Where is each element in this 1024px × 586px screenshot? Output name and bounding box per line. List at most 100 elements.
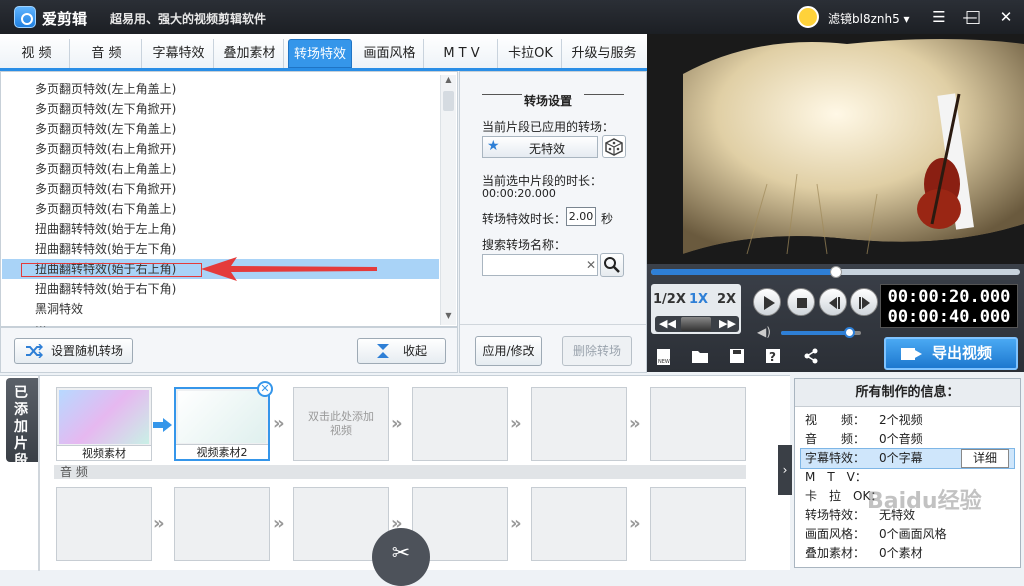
tab-subtitle[interactable]: 字幕特效 [144, 39, 214, 68]
list-item[interactable]: 多页翻页特效(右上角掀开) [35, 139, 176, 159]
speed-1x[interactable]: 1X [689, 292, 708, 307]
new-file-icon[interactable]: NEW [655, 348, 673, 366]
list-item[interactable]: 多页翻页特效(左上角盖上) [35, 79, 176, 99]
list-item[interactable]: 多页翻页特效(左下角盖上) [35, 119, 176, 139]
share-icon[interactable] [803, 348, 819, 364]
svg-text:?: ? [769, 350, 776, 364]
empty-clip-slot[interactable] [412, 387, 508, 461]
volume-icon[interactable]: ◀) [757, 325, 771, 339]
rewind-icon[interactable]: ◀◀ [659, 317, 676, 330]
video-preview [647, 34, 1024, 264]
annotation-box [21, 263, 202, 277]
username-dropdown[interactable]: 滤镜bl8znh5 ▾ [828, 10, 910, 27]
jog-thumb[interactable] [681, 317, 711, 331]
star-icon: ★ [487, 138, 500, 154]
search-icon[interactable] [600, 253, 624, 277]
close-button[interactable]: ✕ [996, 8, 1016, 26]
jog-wheel[interactable]: ◀◀ ▶▶ [655, 316, 739, 332]
expand-panel-icon[interactable]: › [778, 445, 792, 495]
scroll-up-icon[interactable]: ▲ [442, 75, 455, 89]
open-folder-icon[interactable] [691, 348, 709, 364]
clip-thumbnail-selected[interactable]: 视频素材2 [174, 387, 270, 461]
empty-audio-slot[interactable] [174, 487, 270, 561]
app-slogan: 超易用、强大的视频剪辑软件 [110, 12, 267, 26]
info-row: 视 频： 2个视频 [805, 413, 923, 427]
progress-bar[interactable] [651, 266, 1020, 278]
transition-list: 多页翻页特效(左上角盖上) 多页翻页特效(左下角掀开) 多页翻页特效(左下角盖上… [0, 71, 458, 327]
volume-thumb[interactable] [844, 327, 855, 338]
scissors-icon[interactable]: ✂ [372, 528, 430, 586]
scroll-down-icon[interactable]: ▼ [442, 311, 455, 325]
tab-transition[interactable]: 转场特效 [288, 39, 352, 68]
tab-video[interactable]: 视 频 [4, 39, 70, 68]
fast-forward-icon[interactable]: ▶▶ [719, 317, 736, 330]
clip-arrow-icon [153, 418, 172, 432]
empty-audio-slot[interactable] [650, 487, 746, 561]
export-video-button[interactable]: 导出视频 [884, 337, 1018, 370]
list-item[interactable]: 多页翻页特效(右上角盖上) [35, 159, 176, 179]
progress-thumb[interactable] [829, 266, 842, 278]
avatar[interactable] [797, 6, 819, 28]
tab-mtv[interactable]: M T V [426, 39, 498, 68]
tab-audio[interactable]: 音 频 [72, 39, 142, 68]
search-input[interactable]: ✕ [482, 254, 598, 276]
clear-icon[interactable]: ✕ [586, 258, 596, 272]
export-icon [901, 348, 922, 360]
save-icon[interactable] [729, 348, 745, 364]
speed-half[interactable]: 1/2X [653, 292, 686, 307]
menu-icon[interactable]: ☰ [929, 8, 949, 26]
help-icon[interactable]: ? [765, 348, 781, 364]
info-row: 画面风格： 0个画面风格 [805, 527, 947, 541]
svg-text:NEW: NEW [658, 359, 670, 365]
list-item[interactable]: 多页翻页特效(右下角掀开) [35, 179, 176, 199]
watermark: Baidu经验 [867, 489, 982, 514]
applied-transition-value: 无特效 [529, 142, 566, 156]
progress-fill [651, 269, 836, 275]
info-row: 音 频： 0个音频 [805, 432, 923, 446]
next-frame-button[interactable] [850, 288, 878, 316]
empty-clip-slot[interactable]: 双击此处添加视频 [293, 387, 389, 461]
list-item[interactable]: 扭曲翻转特效(始于左上角) [35, 219, 176, 239]
empty-clip-slot[interactable] [650, 387, 746, 461]
export-label: 导出视频 [932, 344, 993, 362]
speed-2x[interactable]: 2X [717, 292, 736, 307]
collapse-label: 收起 [403, 344, 428, 358]
delete-transition-button[interactable]: 删除转场 [562, 336, 632, 366]
stop-button[interactable] [787, 288, 815, 316]
scroll-thumb[interactable] [443, 91, 454, 111]
list-item[interactable]: 多页翻页特效(右下角盖上) [35, 199, 176, 219]
volume-slider[interactable] [781, 327, 861, 338]
play-button[interactable] [753, 288, 781, 316]
clip-thumbnail[interactable]: 视频素材 [56, 387, 152, 461]
list-item[interactable]: 黑洞特效 [35, 299, 83, 319]
preview-frame [683, 39, 1024, 264]
effect-duration-input[interactable]: 2.00 [566, 207, 596, 226]
empty-audio-slot[interactable] [531, 487, 627, 561]
maximize-button[interactable]: □ [963, 8, 983, 26]
list-item[interactable]: 扭曲翻转特效(始于左下角) [35, 239, 176, 259]
clip-image [59, 390, 149, 444]
tab-upgrade[interactable]: 升级与服务 [564, 39, 644, 68]
remove-clip-icon[interactable]: ✕ [257, 381, 273, 397]
collapse-button[interactable]: 收起 [357, 338, 446, 364]
apply-button[interactable]: 应用/修改 [475, 336, 542, 366]
list-item[interactable]: ... [35, 317, 46, 327]
tab-style[interactable]: 画面风格 [356, 39, 424, 68]
tab-karaoke[interactable]: 卡拉OK [500, 39, 562, 68]
list-item[interactable]: 多页翻页特效(左下角掀开) [35, 99, 176, 119]
random-transition-button[interactable]: 设置随机转场 [14, 338, 133, 364]
divider [38, 376, 40, 571]
tab-overlay[interactable]: 叠加素材 [216, 39, 284, 68]
added-clips-tab[interactable]: 已添加片段 [6, 378, 38, 469]
main-tab-bar: 视 频 音 频 字幕特效 叠加素材 转场特效 画面风格 M T V 卡拉OK 升… [0, 34, 647, 71]
detail-button[interactable]: 详细 [961, 449, 1009, 468]
list-scrollbar[interactable]: ▲ ▼ [440, 75, 456, 325]
prev-frame-button[interactable] [819, 288, 847, 316]
empty-audio-slot[interactable] [56, 487, 152, 561]
dice-icon[interactable] [602, 135, 626, 158]
list-item[interactable]: 扭曲翻转特效(始于右下角) [35, 279, 176, 299]
collapse-icon [377, 344, 389, 358]
effect-duration-unit: 秒 [601, 212, 614, 226]
clip-caption: 视频素材 [57, 445, 151, 460]
empty-clip-slot[interactable] [531, 387, 627, 461]
